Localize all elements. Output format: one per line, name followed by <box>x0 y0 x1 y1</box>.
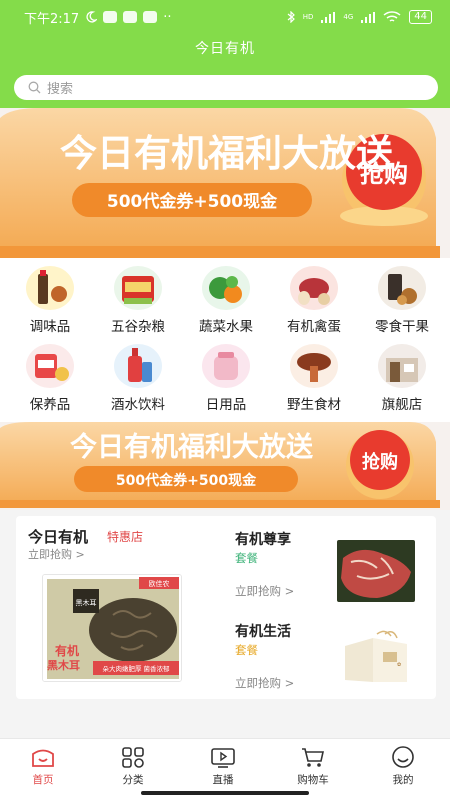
category-grid: 调味品 五谷杂粮 蔬菜水果 有机禽蛋 零食干果保养品 酒水饮料 日用品 野生食材 旗舰店 <box>0 258 450 422</box>
promo-item-title-1[interactable]: 有机尊享 <box>235 529 291 549</box>
wild-food-icon <box>290 344 338 388</box>
svg-text:黑木耳: 黑木耳 <box>76 598 97 607</box>
category-label: 野生食材 <box>287 397 341 413</box>
nav-item-cart[interactable]: 购物车 <box>278 745 348 787</box>
category-label: 日用品 <box>205 397 247 413</box>
banner2-coupon: 500代金券+500现金 <box>116 472 257 489</box>
category-label: 保养品 <box>29 397 71 413</box>
daily-goods-icon <box>202 344 250 388</box>
nav-label: 首页 <box>32 774 54 786</box>
nav-item-live[interactable]: 直播 <box>188 745 258 787</box>
bluetooth-icon <box>287 11 295 23</box>
more-notifications: ·· <box>163 9 172 25</box>
snack-icon <box>378 266 426 310</box>
category-item[interactable]: 有机禽蛋 <box>274 266 354 335</box>
signal-2-icon <box>361 11 376 23</box>
category-item[interactable]: 五谷杂粮 <box>98 266 178 335</box>
category-label: 有机禽蛋 <box>287 319 341 335</box>
product-image-black-fungus[interactable]: 欧佳农 黑木耳 有机 黑木耳 朵大肉嫩肥厚 菌香浓郁 <box>42 574 182 682</box>
signal-2-label: 4G <box>343 13 354 21</box>
flagship-store-icon <box>378 344 426 388</box>
category-label: 酒水饮料 <box>111 397 165 413</box>
category-item[interactable]: 日用品 <box>186 344 266 413</box>
search-placeholder: 搜索 <box>47 82 74 97</box>
promo-item-title-2[interactable]: 有机生活 <box>235 621 291 641</box>
svg-text:✿: ✿ <box>397 662 401 668</box>
promo-item-link-1[interactable]: 立即抢购 > <box>235 583 294 599</box>
condiment-icon <box>26 266 74 310</box>
nav-label: 购物车 <box>297 774 329 786</box>
cart-icon <box>300 745 326 769</box>
promo-item-subtitle-1: 套餐 <box>235 551 258 565</box>
promo-banner-large[interactable]: 今日有机福利大放送 500代金券+500现金 抢购 <box>0 108 450 258</box>
promo-banner-small[interactable]: 今日有机福利大放送 500代金券+500现金 抢购 <box>0 422 450 510</box>
category-label: 零食干果 <box>375 319 429 335</box>
svg-text:黑木耳: 黑木耳 <box>47 658 80 672</box>
grain-icon <box>114 266 162 310</box>
nav-item-home[interactable]: 首页 <box>8 745 78 787</box>
banner-buy-button[interactable]: 抢购 <box>360 160 408 188</box>
category-item[interactable]: 零食干果 <box>362 266 442 335</box>
banner-coupon: 500代金券+500现金 <box>107 191 278 212</box>
svg-text:有机: 有机 <box>55 643 79 658</box>
app-header: 下午2:17 ·· HD 4G 44 今日有机 搜索 <box>0 0 450 108</box>
category-item[interactable]: 野生食材 <box>274 344 354 413</box>
category-label: 五谷杂粮 <box>111 319 165 335</box>
drink-icon <box>114 344 162 388</box>
signal-1-label: HD <box>302 13 314 21</box>
product-image-gift-box[interactable]: ✿ <box>337 626 415 688</box>
supplement-icon <box>26 344 74 388</box>
promo-item-link-2[interactable]: 立即抢购 > <box>235 675 294 691</box>
category-item[interactable]: 保养品 <box>10 344 90 413</box>
category-item[interactable]: 旗舰店 <box>362 344 442 413</box>
page-title: 今日有机 <box>195 41 255 57</box>
banner-headline: 今日有机福利大放送 <box>60 132 393 175</box>
category-icon <box>120 745 146 769</box>
promo-title: 今日有机 <box>28 528 89 546</box>
status-bar: 下午2:17 ·· HD 4G 44 <box>24 6 432 28</box>
category-item[interactable]: 蔬菜水果 <box>186 266 266 335</box>
product-image-beef[interactable] <box>337 540 415 602</box>
promo-item-subtitle-2: 套餐 <box>235 643 258 657</box>
vegetable-icon <box>202 266 250 310</box>
wechat-icon <box>103 11 118 23</box>
category-item[interactable]: 调味品 <box>10 266 90 335</box>
search-input[interactable]: 搜索 <box>14 75 438 100</box>
home-icon <box>30 745 56 769</box>
promo-tag: 特惠店 <box>107 530 144 544</box>
meat-egg-icon <box>290 266 338 310</box>
promo-link[interactable]: 立即抢购 > <box>28 546 85 562</box>
home-indicator[interactable] <box>141 791 309 795</box>
signal-1-icon <box>321 11 336 23</box>
nav-label: 分类 <box>122 774 144 786</box>
banner2-headline: 今日有机福利大放送 <box>70 431 313 463</box>
message-app-icon <box>123 11 138 23</box>
moon-icon <box>86 11 98 23</box>
category-label: 旗舰店 <box>381 397 423 413</box>
profile-icon <box>390 745 416 769</box>
category-item[interactable]: 酒水饮料 <box>98 344 178 413</box>
nav-item-category[interactable]: 分类 <box>98 745 168 787</box>
svg-text:朵大肉嫩肥厚 菌香浓郁: 朵大肉嫩肥厚 菌香浓郁 <box>102 664 170 673</box>
nav-item-profile[interactable]: 我的 <box>368 745 438 787</box>
live-icon <box>210 745 236 769</box>
category-label: 调味品 <box>29 319 71 335</box>
search-icon <box>28 81 41 94</box>
wifi-icon <box>383 11 401 22</box>
nav-label: 直播 <box>212 774 234 786</box>
promo-card: 今日有机 特惠店 立即抢购 > 欧佳农 黑木耳 有机 黑木耳 朵大肉嫩肥厚 菌香… <box>16 516 436 699</box>
nav-label: 我的 <box>392 774 414 786</box>
battery-icon: 44 <box>409 10 432 24</box>
status-time: 下午2:17 <box>24 11 80 27</box>
svg-text:欧佳农: 欧佳农 <box>149 579 170 588</box>
taobao-icon <box>143 11 158 23</box>
category-label: 蔬菜水果 <box>199 319 253 335</box>
banner2-buy-button[interactable]: 抢购 <box>362 451 398 473</box>
